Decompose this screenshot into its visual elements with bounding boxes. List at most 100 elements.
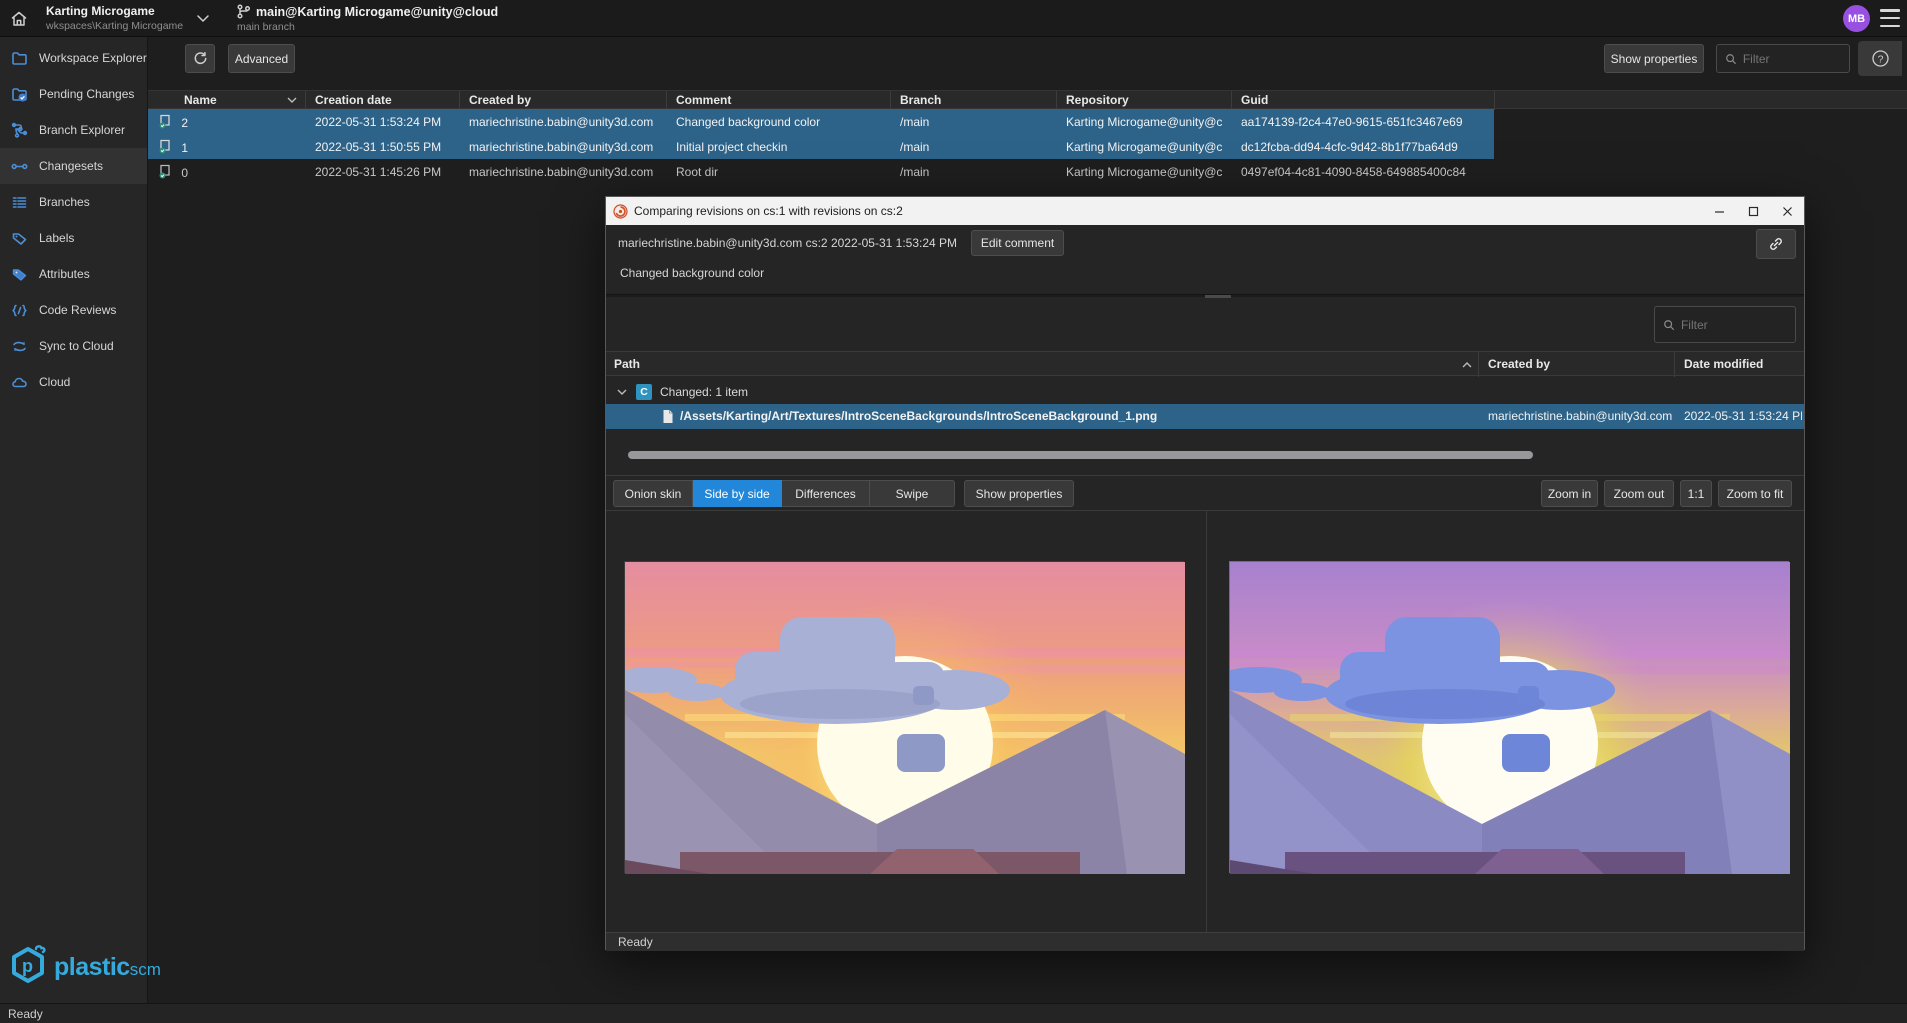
changed-file-path: /Assets/Karting/Art/Textures/IntroSceneB…	[680, 404, 1470, 429]
sidebar-item-cloud[interactable]: Cloud	[0, 364, 147, 400]
folder-check-icon	[11, 86, 28, 103]
changeset-row[interactable]: 0 2022-05-31 1:45:26 PM mariechristine.b…	[148, 159, 1494, 184]
column-header-guid[interactable]: Guid	[1241, 91, 1268, 110]
filter-input-container	[1716, 44, 1850, 73]
user-avatar[interactable]: MB	[1843, 5, 1870, 32]
minimize-button[interactable]	[1702, 197, 1736, 225]
column-header-creation-date[interactable]: Creation date	[315, 91, 392, 110]
sidebar-item-label: Cloud	[39, 375, 70, 389]
changeset-icon	[158, 139, 172, 154]
repository: Karting Microgame@unity@c	[1066, 165, 1224, 179]
show-properties-button-dialog[interactable]: Show properties	[964, 480, 1074, 507]
guid: dc12fcba-dd94-4cfc-9d42-8b1f77ba64d9	[1241, 140, 1491, 154]
tab-side-by-side[interactable]: Side by side	[693, 480, 782, 507]
column-header-path[interactable]: Path	[614, 352, 640, 377]
sort-chevron-down-icon[interactable]	[286, 96, 298, 104]
sort-chevron-up-icon[interactable]	[1461, 361, 1473, 369]
column-header-name[interactable]: Name	[184, 91, 217, 110]
dialog-titlebar[interactable]: Comparing revisions on cs:1 with revisio…	[606, 197, 1804, 225]
file-icon	[662, 409, 674, 424]
sidebar-item-changesets[interactable]: Changesets	[0, 148, 147, 184]
sidebar-item-code-reviews[interactable]: Code Reviews	[0, 292, 147, 328]
sync-icon	[11, 338, 28, 355]
menu-icon[interactable]	[1880, 9, 1900, 27]
workspace-selector[interactable]: Karting Microgame wkspaces\Karting Micro…	[46, 4, 183, 32]
horizontal-scrollbar[interactable]	[628, 451, 1533, 459]
tag-outline-icon	[11, 230, 28, 247]
column-header-comment[interactable]: Comment	[676, 91, 731, 110]
branch-icon	[237, 4, 250, 19]
repository: Karting Microgame@unity@c	[1066, 140, 1224, 154]
sidebar-item-label: Pending Changes	[39, 87, 134, 101]
workspace-chevron-down-icon[interactable]	[196, 12, 210, 26]
sidebar-item-label: Sync to Cloud	[39, 339, 114, 353]
advanced-button[interactable]: Advanced	[228, 44, 295, 73]
dialog-filter-input[interactable]	[1681, 318, 1787, 332]
changeset-number: 1	[181, 141, 188, 155]
copy-link-button[interactable]	[1756, 229, 1796, 259]
column-header-created-by[interactable]: Created by	[469, 91, 531, 110]
sidebar-item-workspace-explorer[interactable]: Workspace Explorer	[0, 40, 147, 76]
plasticscm-logo-icon: p	[8, 943, 50, 991]
workspace-title: Karting Microgame	[46, 4, 183, 18]
maximize-button[interactable]	[1736, 197, 1770, 225]
splitter-handle[interactable]	[606, 294, 1804, 297]
branch-title: main@Karting Microgame@unity@cloud	[256, 5, 498, 19]
refresh-button[interactable]	[185, 44, 215, 73]
sidebar-item-sync-to-cloud[interactable]: Sync to Cloud	[0, 328, 147, 364]
sidebar-item-label: Changesets	[39, 159, 103, 173]
created-by: mariechristine.babin@unity3d.com	[469, 140, 657, 154]
tab-onion-skin[interactable]: Onion skin	[613, 480, 693, 507]
changed-group-row[interactable]: C Changed: 1 item	[606, 381, 1804, 403]
sidebar-item-label: Code Reviews	[39, 303, 116, 317]
sidebar-item-label: Attributes	[39, 267, 90, 281]
sidebar-item-label: Labels	[39, 231, 74, 245]
tag-filled-icon	[11, 266, 28, 283]
zoom-out-button[interactable]: Zoom out	[1604, 480, 1674, 507]
list-icon	[11, 194, 28, 211]
diff-image-left	[624, 561, 1184, 873]
sidebar-item-labels[interactable]: Labels	[0, 220, 147, 256]
column-header-created-by[interactable]: Created by	[1488, 352, 1550, 377]
sidebar-item-branches[interactable]: Branches	[0, 184, 147, 220]
created-by: mariechristine.babin@unity3d.com	[469, 165, 657, 179]
sidebar-item-attributes[interactable]: Attributes	[0, 256, 147, 292]
tab-swipe[interactable]: Swipe	[870, 480, 955, 507]
edit-comment-button[interactable]: Edit comment	[971, 230, 1064, 256]
show-properties-button[interactable]: Show properties	[1604, 44, 1704, 73]
pane-divider[interactable]	[1206, 511, 1207, 932]
changeset-icon	[158, 164, 172, 179]
zoom-one-to-one-button[interactable]: 1:1	[1680, 480, 1712, 507]
help-button[interactable]: ?	[1858, 41, 1902, 76]
column-header-branch[interactable]: Branch	[900, 91, 941, 110]
dialog-status-bar: Ready	[606, 932, 1804, 951]
created-by: mariechristine.babin@unity3d.com	[469, 115, 657, 129]
logo-text-plastic: plastic	[54, 953, 130, 981]
plastic-app-icon	[613, 204, 628, 219]
sidebar-item-pending-changes[interactable]: Pending Changes	[0, 76, 147, 112]
column-header-repository[interactable]: Repository	[1066, 91, 1129, 110]
dialog-filter-container	[1654, 306, 1796, 343]
sidebar-item-branch-explorer[interactable]: Branch Explorer	[0, 112, 147, 148]
changeset-row[interactable]: 1 2022-05-31 1:50:55 PM mariechristine.b…	[148, 134, 1494, 159]
column-header-date-modified[interactable]: Date modified	[1684, 352, 1763, 377]
link-icon	[1768, 236, 1784, 252]
tree-chevron-down-icon[interactable]	[616, 388, 628, 396]
changeset-number: 2	[181, 116, 188, 130]
changed-file-row[interactable]: /Assets/Karting/Art/Textures/IntroSceneB…	[606, 404, 1804, 429]
filter-input[interactable]	[1743, 52, 1841, 66]
zoom-in-button[interactable]: Zoom in	[1541, 480, 1598, 507]
close-button[interactable]	[1770, 197, 1804, 225]
tab-differences[interactable]: Differences	[782, 480, 870, 507]
plasticscm-logo: p plasticscm	[8, 943, 161, 991]
search-icon	[1725, 52, 1737, 66]
home-button[interactable]	[0, 0, 37, 37]
branch-selector[interactable]: main@Karting Microgame@unity@cloud main …	[237, 4, 498, 33]
branch-tree-icon	[11, 122, 28, 139]
creation-date: 2022-05-31 1:50:55 PM	[315, 140, 460, 154]
zoom-to-fit-button[interactable]: Zoom to fit	[1718, 480, 1792, 507]
changed-group-label: Changed: 1 item	[660, 385, 748, 399]
changeset-row[interactable]: 2 2022-05-31 1:53:24 PM mariechristine.b…	[148, 109, 1494, 134]
changeset-link-icon	[11, 158, 28, 175]
svg-text:?: ?	[1877, 53, 1883, 65]
